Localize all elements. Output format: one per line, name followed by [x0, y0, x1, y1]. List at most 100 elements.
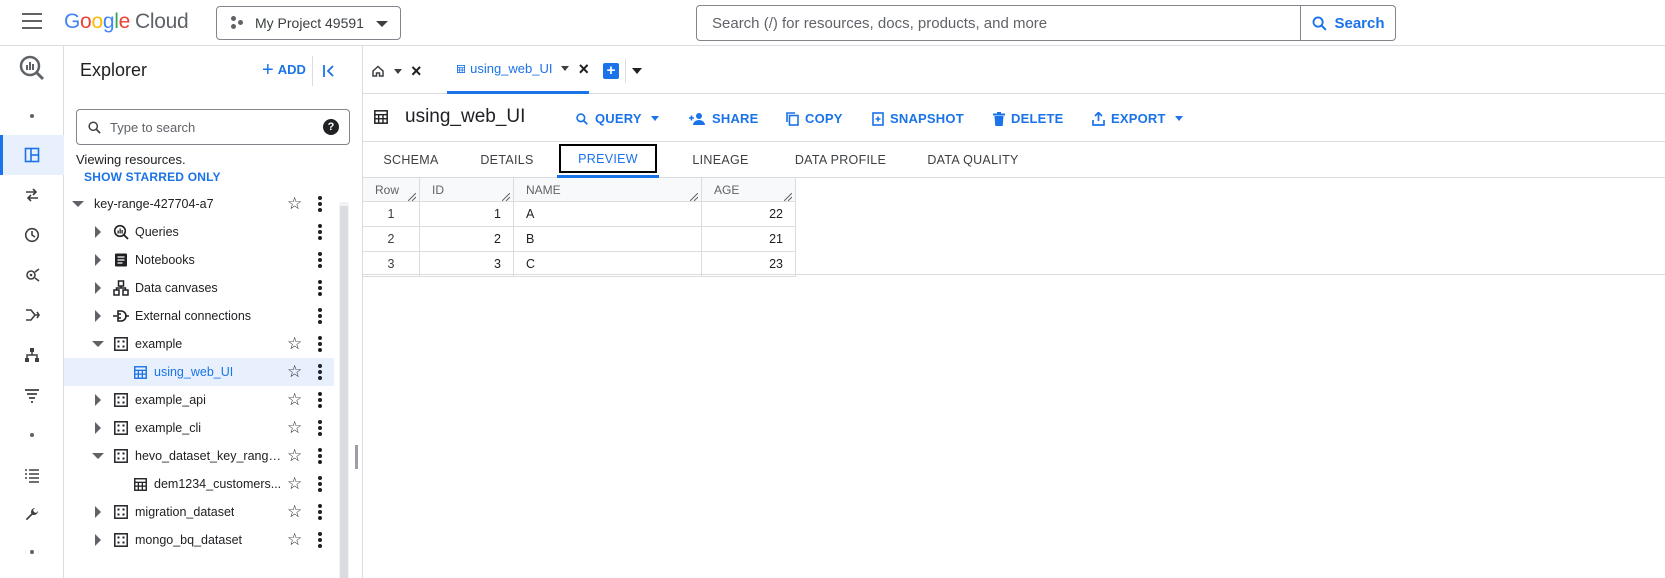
- collapse-arrow-icon[interactable]: [72, 201, 84, 207]
- close-icon[interactable]: ×: [578, 60, 589, 78]
- tab-data-profile[interactable]: DATA PROFILE: [778, 142, 903, 178]
- column-resize-icon[interactable]: [407, 190, 417, 202]
- table-cell[interactable]: 2: [420, 227, 514, 252]
- tab-details[interactable]: DETAILS: [459, 142, 555, 178]
- delete-button[interactable]: DELETE: [993, 111, 1063, 126]
- star-icon[interactable]: ☆: [287, 503, 302, 520]
- nav-dot[interactable]: [0, 96, 64, 136]
- collapse-arrow-icon[interactable]: [92, 341, 104, 347]
- expand-arrow-icon[interactable]: [95, 282, 101, 294]
- star-icon[interactable]: ☆: [287, 531, 302, 548]
- tree-item[interactable]: Notebooks: [64, 246, 334, 274]
- tree-item[interactable]: Queries: [64, 218, 334, 246]
- star-icon[interactable]: ☆: [287, 475, 302, 492]
- tree-item[interactable]: key-range-427704-a7 ☆: [64, 190, 334, 218]
- add-button[interactable]: + ADD: [262, 60, 306, 80]
- expand-arrow-icon[interactable]: [95, 394, 101, 406]
- tree-item[interactable]: dem1234_customers... ☆: [64, 470, 334, 498]
- nav-filter-icon[interactable]: [0, 375, 64, 415]
- expand-arrow-icon[interactable]: [95, 254, 101, 266]
- column-header[interactable]: Row: [363, 178, 420, 202]
- star-icon[interactable]: ☆: [287, 419, 302, 436]
- expand-arrow-icon[interactable]: [95, 422, 101, 434]
- collapse-panel-icon[interactable]: [312, 56, 344, 86]
- snapshot-button[interactable]: SNAPSHOT: [872, 111, 964, 126]
- project-picker[interactable]: My Project 49591: [216, 6, 401, 40]
- nav-list-icon[interactable]: [0, 455, 64, 495]
- column-header[interactable]: AGE: [702, 178, 796, 202]
- expand-arrow-icon[interactable]: [95, 534, 101, 546]
- more-options-icon[interactable]: [318, 252, 322, 268]
- panel-resize-handle[interactable]: [355, 445, 358, 469]
- close-icon[interactable]: ×: [411, 62, 422, 80]
- star-icon[interactable]: ☆: [287, 195, 302, 212]
- explorer-search-box[interactable]: ?: [76, 109, 350, 145]
- nav-dot[interactable]: [0, 415, 64, 455]
- global-search-box[interactable]: [696, 5, 1301, 41]
- scrollbar-thumb[interactable]: [340, 206, 348, 578]
- table-cell[interactable]: B: [514, 227, 702, 252]
- column-resize-icon[interactable]: [501, 190, 511, 202]
- more-options-icon[interactable]: [318, 476, 322, 492]
- export-button[interactable]: EXPORT: [1092, 111, 1183, 126]
- more-options-icon[interactable]: [318, 308, 322, 324]
- more-options-icon[interactable]: [318, 280, 322, 296]
- menu-icon[interactable]: [22, 13, 42, 29]
- explorer-scrollbar[interactable]: [339, 202, 349, 578]
- more-options-icon[interactable]: [318, 532, 322, 548]
- table-cell[interactable]: 1: [420, 202, 514, 227]
- nav-hierarchy-icon[interactable]: [0, 335, 64, 375]
- google-cloud-logo[interactable]: Google Cloud: [64, 10, 189, 34]
- tree-item[interactable]: External connections: [64, 302, 334, 330]
- row-number-cell[interactable]: 1: [363, 202, 420, 227]
- chevron-down-icon[interactable]: [632, 68, 642, 74]
- tree-item[interactable]: example_cli ☆: [64, 414, 334, 442]
- tab-lineage[interactable]: LINEAGE: [663, 142, 778, 178]
- row-number-cell[interactable]: 2: [363, 227, 420, 252]
- collapse-arrow-icon[interactable]: [92, 453, 104, 459]
- nav-pipeline-icon[interactable]: [0, 295, 64, 335]
- tree-item[interactable]: Data canvases: [64, 274, 334, 302]
- more-options-icon[interactable]: [318, 336, 322, 352]
- more-options-icon[interactable]: [318, 196, 322, 212]
- table-cell[interactable]: A: [514, 202, 702, 227]
- nav-dot[interactable]: [0, 532, 64, 572]
- home-tab[interactable]: ×: [371, 58, 422, 84]
- column-resize-icon[interactable]: [689, 190, 699, 202]
- nav-transfer-icon[interactable]: [0, 175, 64, 215]
- nav-analytics-hub-icon[interactable]: [0, 255, 64, 295]
- chevron-down-icon[interactable]: [394, 68, 402, 74]
- new-tab-button[interactable]: +: [603, 58, 642, 84]
- column-header[interactable]: ID: [420, 178, 514, 202]
- more-options-icon[interactable]: [318, 448, 322, 464]
- tab-using-web-ui[interactable]: using_web_UI ×: [447, 46, 589, 94]
- more-options-icon[interactable]: [318, 420, 322, 436]
- bigquery-logo-icon[interactable]: [0, 46, 64, 90]
- star-icon[interactable]: ☆: [287, 363, 302, 380]
- wrench-icon[interactable]: [0, 495, 64, 535]
- expand-arrow-icon[interactable]: [95, 506, 101, 518]
- add-tab-icon[interactable]: +: [603, 63, 619, 79]
- column-header[interactable]: NAME: [514, 178, 702, 202]
- more-options-icon[interactable]: [318, 504, 322, 520]
- tab-schema[interactable]: SCHEMA: [363, 142, 459, 178]
- chevron-down-icon[interactable]: [561, 66, 570, 71]
- more-options-icon[interactable]: [318, 392, 322, 408]
- tab-data-quality[interactable]: DATA QUALITY: [903, 142, 1043, 178]
- column-resize-icon[interactable]: [783, 190, 793, 202]
- help-icon[interactable]: ?: [323, 119, 339, 135]
- copy-button[interactable]: COPY: [786, 111, 843, 126]
- tree-item[interactable]: example ☆: [64, 330, 334, 358]
- query-button[interactable]: QUERY: [575, 111, 659, 126]
- expand-arrow-icon[interactable]: [95, 310, 101, 322]
- search-button[interactable]: Search: [1300, 5, 1396, 41]
- tree-item[interactable]: example_api ☆: [64, 386, 334, 414]
- tree-item[interactable]: migration_dataset ☆: [64, 498, 334, 526]
- nav-clock-icon[interactable]: [0, 215, 64, 255]
- show-starred-only-link[interactable]: SHOW STARRED ONLY: [84, 170, 221, 184]
- star-icon[interactable]: ☆: [287, 447, 302, 464]
- global-search-input[interactable]: [712, 14, 1300, 32]
- table-cell[interactable]: 22: [702, 202, 796, 227]
- explorer-search-input[interactable]: [110, 119, 310, 135]
- share-button[interactable]: SHARE: [689, 111, 759, 126]
